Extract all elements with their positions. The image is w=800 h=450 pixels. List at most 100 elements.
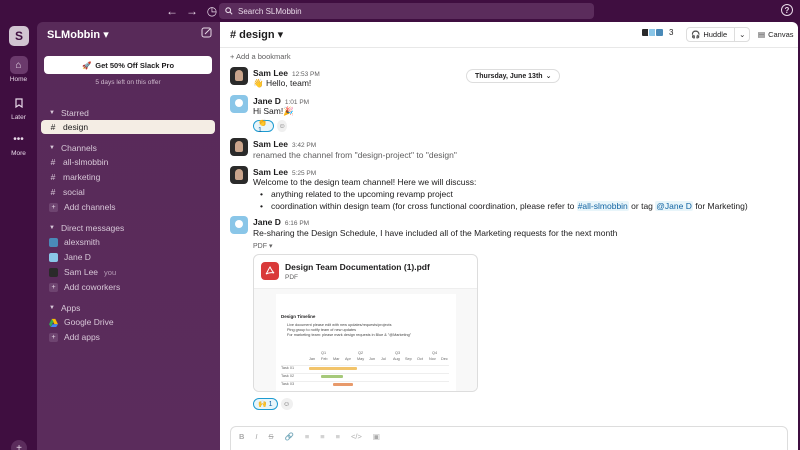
blockquote-icon[interactable]: ≡ — [336, 432, 340, 441]
strikethrough-icon[interactable]: S — [269, 432, 274, 441]
gantt-bar — [321, 375, 343, 378]
workspace-name[interactable]: SLMobbin ▾ — [47, 28, 109, 41]
message-author[interactable]: Sam Lee — [253, 167, 288, 177]
plus-icon: + — [49, 202, 58, 212]
section-apps[interactable]: ▼ Apps — [49, 303, 80, 313]
doc-title: Design Timeline — [281, 314, 316, 319]
sidebar-item-all-slmobbin[interactable]: # all-slmobbin — [41, 155, 215, 169]
compose-icon[interactable] — [201, 27, 214, 40]
message-composer[interactable]: B I S 🔗 ≡ ≡ ≡ </> ▣ — [230, 426, 788, 450]
sidebar-item-alexsmith[interactable]: alexsmith — [41, 235, 215, 249]
sidebar-item-marketing[interactable]: # marketing — [41, 170, 215, 184]
section-channels[interactable]: ▼ Channels — [49, 143, 97, 153]
workspace-switcher[interactable]: S — [9, 26, 29, 46]
search-input[interactable]: Search SLMobbin — [219, 3, 594, 19]
bullet-list-icon[interactable]: ≡ — [320, 432, 324, 441]
hash-icon: # — [50, 187, 56, 197]
reaction[interactable]: 👏 1 — [253, 120, 275, 134]
message-time[interactable]: 12:53 PM — [292, 71, 320, 78]
file-name[interactable]: Design Team Documentation (1).pdf — [285, 262, 430, 272]
add-reaction-icon[interactable]: ☺ — [280, 398, 293, 410]
caret-down-icon: ▼ — [49, 225, 55, 231]
formatting-toolbar: B I S 🔗 ≡ ≡ ≡ </> ▣ — [239, 432, 380, 441]
avatar — [49, 267, 58, 277]
caret-down-icon: ▼ — [49, 145, 55, 151]
gantt-month: Apr — [345, 357, 351, 361]
message-author[interactable]: Jane D — [253, 217, 281, 227]
code-block-icon[interactable]: ▣ — [373, 432, 380, 441]
file-type: PDF — [285, 274, 298, 281]
chevron-down-icon[interactable]: ⌄ — [734, 28, 745, 41]
message-time[interactable]: 1:01 PM — [285, 99, 309, 106]
section-direct-messages[interactable]: ▼ Direct messages — [49, 223, 124, 233]
forward-arrow-icon[interactable]: → — [185, 3, 199, 19]
canvas-button[interactable]: ▤ Canvas — [758, 27, 794, 42]
sidebar-item-sam-lee[interactable]: Sam Lee you — [41, 265, 215, 279]
avatar[interactable] — [230, 216, 248, 234]
channel-title[interactable]: # design ▾ — [230, 28, 283, 41]
more-dots-icon: ••• — [13, 133, 24, 145]
bullet-list: • anything related to the upcoming revamp… — [260, 189, 748, 213]
gantt-month: Mar — [333, 357, 340, 361]
bookmark-icon — [10, 94, 28, 112]
sidebar-item-google-drive[interactable]: Google Drive — [41, 315, 215, 329]
add-apps-button[interactable]: + Add apps — [41, 330, 215, 344]
gantt-month: Jun — [369, 357, 376, 361]
italic-icon[interactable]: I — [255, 432, 257, 441]
sidebar-item-design[interactable]: # design — [41, 120, 215, 134]
user-mention[interactable]: @Jane D — [655, 201, 693, 211]
message-time[interactable]: 6:16 PM — [285, 220, 309, 227]
section-starred[interactable]: ▼ Starred — [49, 108, 89, 118]
home-icon: ⌂ — [9, 56, 28, 74]
file-preview[interactable]: Design Timeline Live document please edi… — [254, 288, 477, 391]
sidebar-item-social[interactable]: # social — [41, 185, 215, 199]
rail-more-label: More — [11, 150, 26, 157]
ordered-list-icon[interactable]: ≡ — [305, 432, 309, 441]
avatar[interactable] — [230, 166, 248, 184]
members-button[interactable]: 3 — [641, 28, 673, 37]
avatar[interactable] — [230, 67, 248, 85]
rail-home[interactable]: ⌂ Home — [0, 56, 37, 83]
gantt-month: May — [357, 357, 365, 361]
add-reaction-icon[interactable]: ☺ — [277, 120, 287, 132]
gantt-month: Oct — [417, 357, 423, 361]
file-type-toggle[interactable]: PDF ▾ — [253, 242, 272, 250]
back-arrow-icon[interactable]: ← — [165, 3, 179, 19]
message-author[interactable]: Sam Lee — [253, 139, 288, 149]
avatar — [655, 28, 664, 37]
rail-later[interactable]: Later — [0, 94, 37, 121]
doc-line: Ping group to notify team of new updates — [287, 328, 357, 332]
reaction[interactable]: 🙌 1 — [253, 398, 278, 410]
add-coworkers-button[interactable]: + Add coworkers — [41, 280, 215, 294]
promo-button[interactable]: 🚀 Get 50% Off Slack Pro — [44, 56, 212, 74]
doc-line: Live document please edit with new updat… — [287, 323, 392, 327]
message-text: 👋 Hello, team! — [253, 78, 312, 88]
message-time[interactable]: 5:25 PM — [292, 170, 316, 177]
help-icon[interactable]: ? — [781, 4, 793, 16]
channel-link[interactable]: #all-slmobbin — [576, 201, 629, 211]
add-bookmark-button[interactable]: + Add a bookmark — [230, 52, 291, 61]
code-icon[interactable]: </> — [351, 432, 362, 441]
file-attachment[interactable]: Design Team Documentation (1).pdf PDF De… — [253, 254, 478, 392]
hash-icon: # — [50, 172, 56, 182]
message-text: renamed the channel from "design-project… — [253, 150, 457, 160]
message-time[interactable]: 3:42 PM — [292, 142, 316, 149]
add-channels-button[interactable]: + Add channels — [41, 200, 215, 214]
gantt-chart: Q1 Q2 Q3 Q4 Jan Feb Mar Apr May Jun Jul … — [281, 351, 449, 389]
huddle-button[interactable]: 🎧 Huddle ⌄ — [686, 27, 751, 42]
pdf-icon — [261, 262, 279, 280]
rail-more[interactable]: ••• More — [0, 130, 37, 158]
list-item: • anything related to the upcoming revamp… — [260, 189, 453, 199]
add-icon[interactable]: + — [11, 440, 27, 450]
date-divider[interactable]: Thursday, June 13th ⌄ — [466, 69, 561, 83]
history-clock-icon[interactable]: ◷ — [205, 3, 219, 19]
bold-icon[interactable]: B — [239, 432, 244, 441]
message-author[interactable]: Jane D — [253, 96, 281, 106]
link-icon[interactable]: 🔗 — [285, 432, 294, 441]
message-text: Welcome to the design team channel! Here… — [253, 177, 477, 187]
avatar[interactable] — [230, 95, 248, 113]
gantt-month: Sep — [405, 357, 412, 361]
avatar[interactable] — [230, 138, 248, 156]
message-author[interactable]: Sam Lee — [253, 68, 288, 78]
sidebar-item-jane-d[interactable]: Jane D — [41, 250, 215, 264]
